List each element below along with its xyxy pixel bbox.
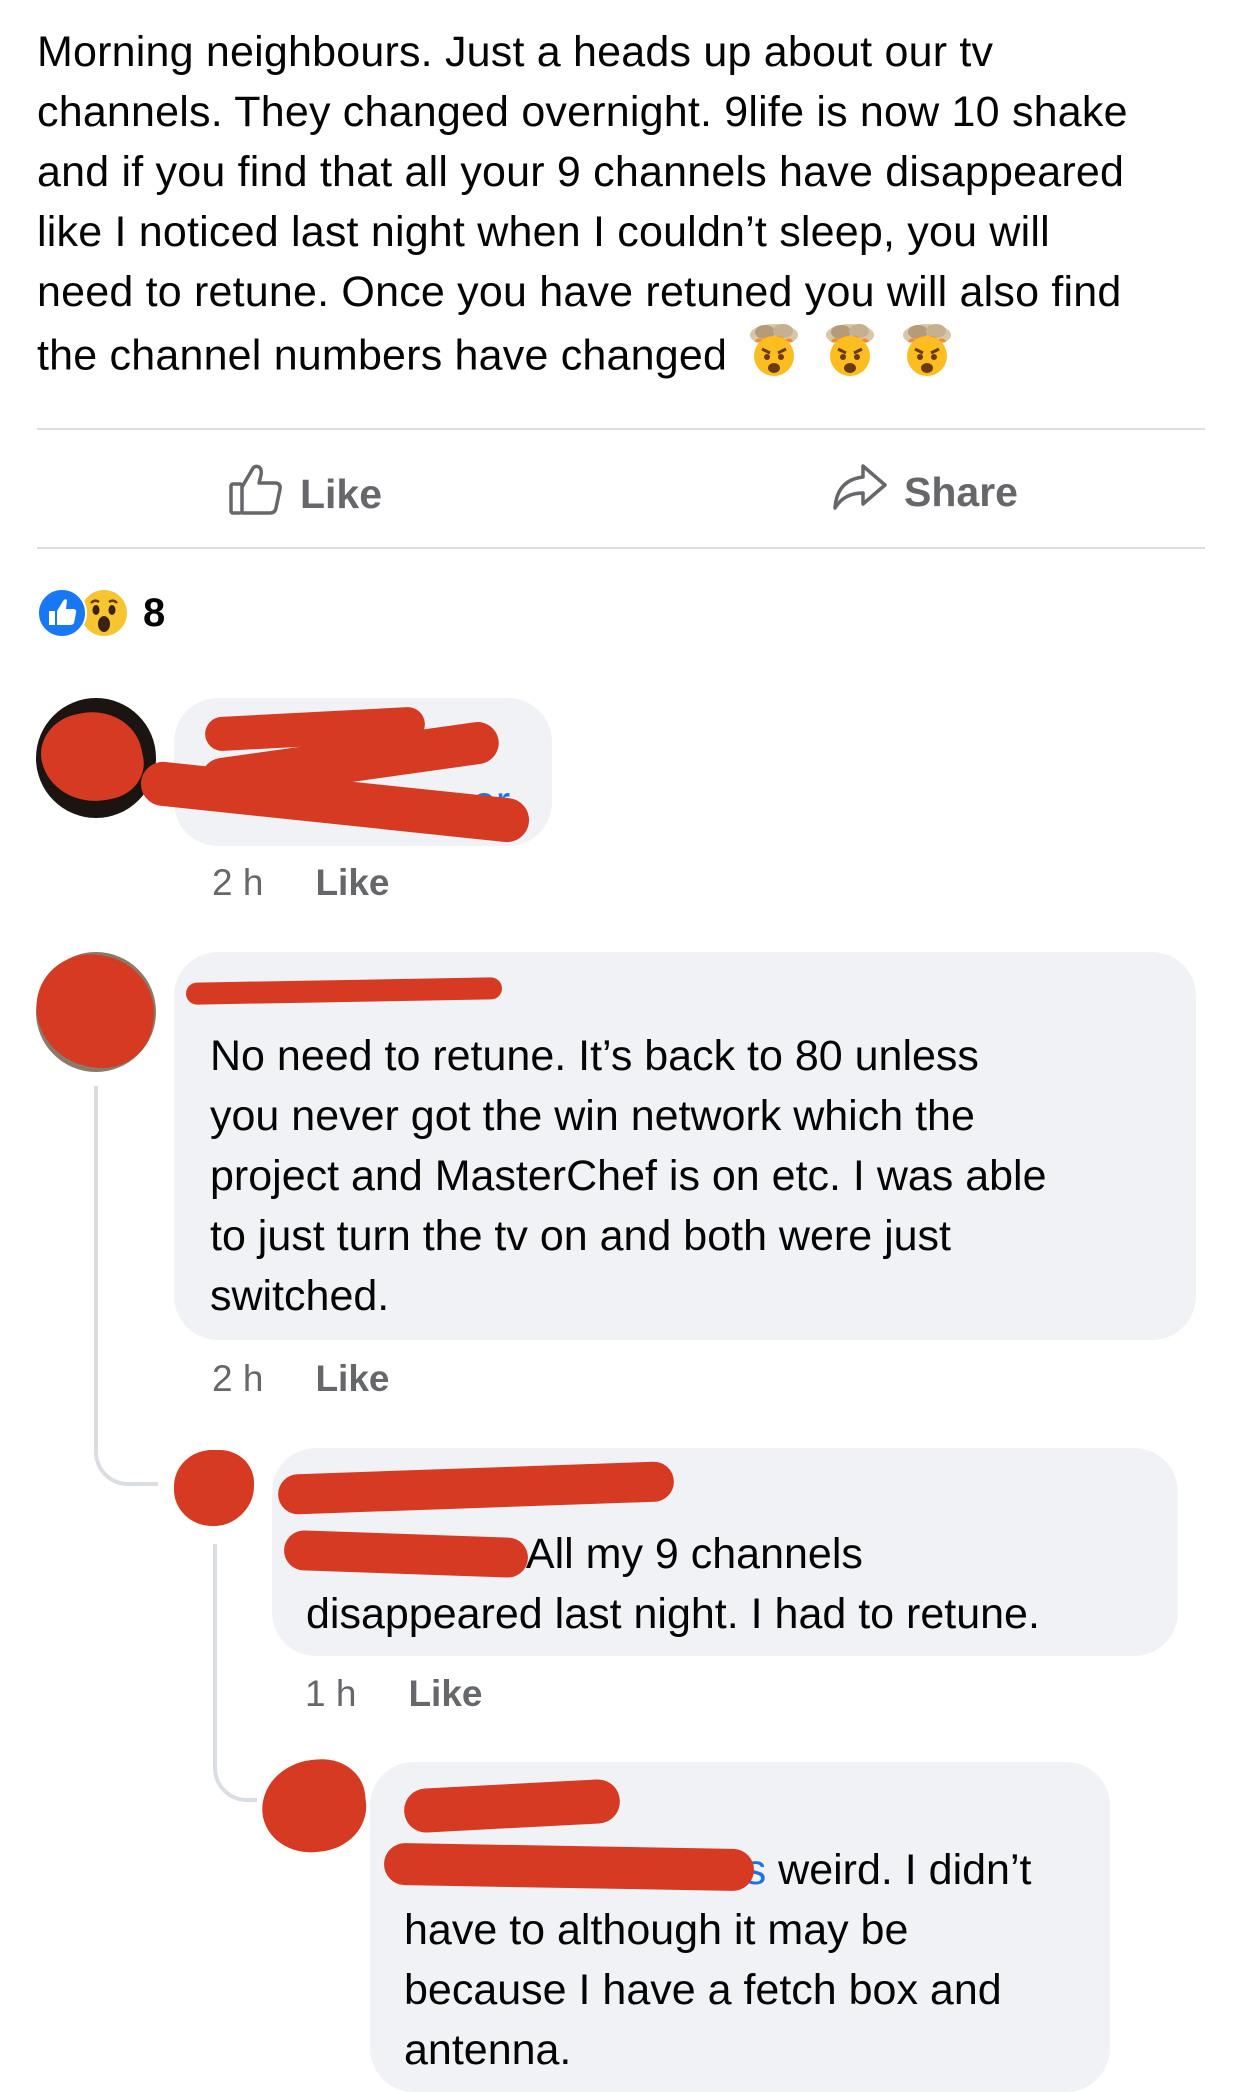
post-line: like I noticed last night when I couldn’… bbox=[37, 208, 1050, 256]
post-line: the channel numbers have changed bbox=[37, 331, 728, 380]
comment-line: switched. bbox=[210, 1272, 390, 1320]
redaction-mark bbox=[28, 947, 162, 1075]
comment-like-button[interactable]: Like bbox=[408, 1673, 482, 1715]
share-button[interactable]: Share bbox=[832, 462, 1018, 522]
comment-text: No need to retune. It’s back to 80 unles… bbox=[210, 1026, 1047, 1326]
like-label: Like bbox=[300, 470, 383, 517]
comment-time[interactable]: 1 h bbox=[305, 1673, 356, 1715]
post-line: need to retune. Once you have retuned yo… bbox=[37, 268, 1122, 316]
redaction-mark bbox=[283, 1529, 529, 1579]
comment-line: No need to retune. It’s back to 80 unles… bbox=[210, 1032, 979, 1080]
comment-line: you never got the win network which the bbox=[210, 1092, 975, 1140]
comment-meta: 1 h Like bbox=[305, 1673, 482, 1715]
comment-like-button[interactable]: Like bbox=[315, 862, 389, 904]
comment-line: to just turn the tv on and both were jus… bbox=[210, 1212, 951, 1260]
comment-line-text: All my 9 channels bbox=[516, 1530, 863, 1578]
thread-connector bbox=[213, 1544, 257, 1802]
post-line: channels. They changed overnight. 9life … bbox=[37, 88, 1128, 136]
exploding-head-emoji-icon bbox=[898, 322, 956, 394]
exploding-head-emoji-icon bbox=[821, 322, 879, 394]
comment-meta: 2 h Like bbox=[212, 862, 389, 904]
comment-line-text: weird. I didn’t bbox=[766, 1846, 1032, 1894]
redaction-mark bbox=[174, 1450, 254, 1526]
thread-connector bbox=[94, 1086, 158, 1486]
comment-meta: 2 h Like bbox=[212, 1358, 389, 1400]
comment-time[interactable]: 2 h bbox=[212, 1358, 263, 1400]
like-reaction-icon bbox=[37, 588, 87, 638]
share-arrow-icon bbox=[832, 462, 888, 522]
comment-line: have to although it may be bbox=[404, 1906, 909, 1954]
thumbs-up-icon bbox=[228, 462, 284, 526]
reaction-count: 8 bbox=[143, 590, 166, 635]
share-label: Share bbox=[904, 468, 1018, 515]
post-line: Morning neighbours. Just a heads up abou… bbox=[37, 28, 994, 76]
comment-like-button[interactable]: Like bbox=[315, 1358, 389, 1400]
action-bar-top-divider bbox=[37, 428, 1205, 430]
comment-line: disappeared last night. I had to retune. bbox=[306, 1590, 1040, 1638]
redaction-mark bbox=[383, 1842, 755, 1892]
like-button[interactable]: Like bbox=[228, 462, 382, 526]
post-last-line: the channel numbers have changed bbox=[37, 322, 1217, 394]
comment-line: antenna. bbox=[404, 2026, 572, 2074]
reactions-summary[interactable]: 8 bbox=[37, 588, 165, 638]
redaction-mark bbox=[257, 1754, 371, 1858]
comment-time[interactable]: 2 h bbox=[212, 862, 263, 904]
comment-line: project and MasterChef is on etc. I was … bbox=[210, 1152, 1047, 1200]
exploding-head-emoji-icon bbox=[745, 322, 803, 394]
comment-bubble: No need to retune. It’s back to 80 unles… bbox=[174, 952, 1196, 1340]
post-body: Morning neighbours. Just a heads up abou… bbox=[37, 22, 1217, 394]
comment-line: because I have a fetch box and bbox=[404, 1966, 1002, 2014]
post-line: and if you find that all your 9 channels… bbox=[37, 148, 1125, 196]
action-bar-bottom-divider bbox=[37, 547, 1205, 549]
